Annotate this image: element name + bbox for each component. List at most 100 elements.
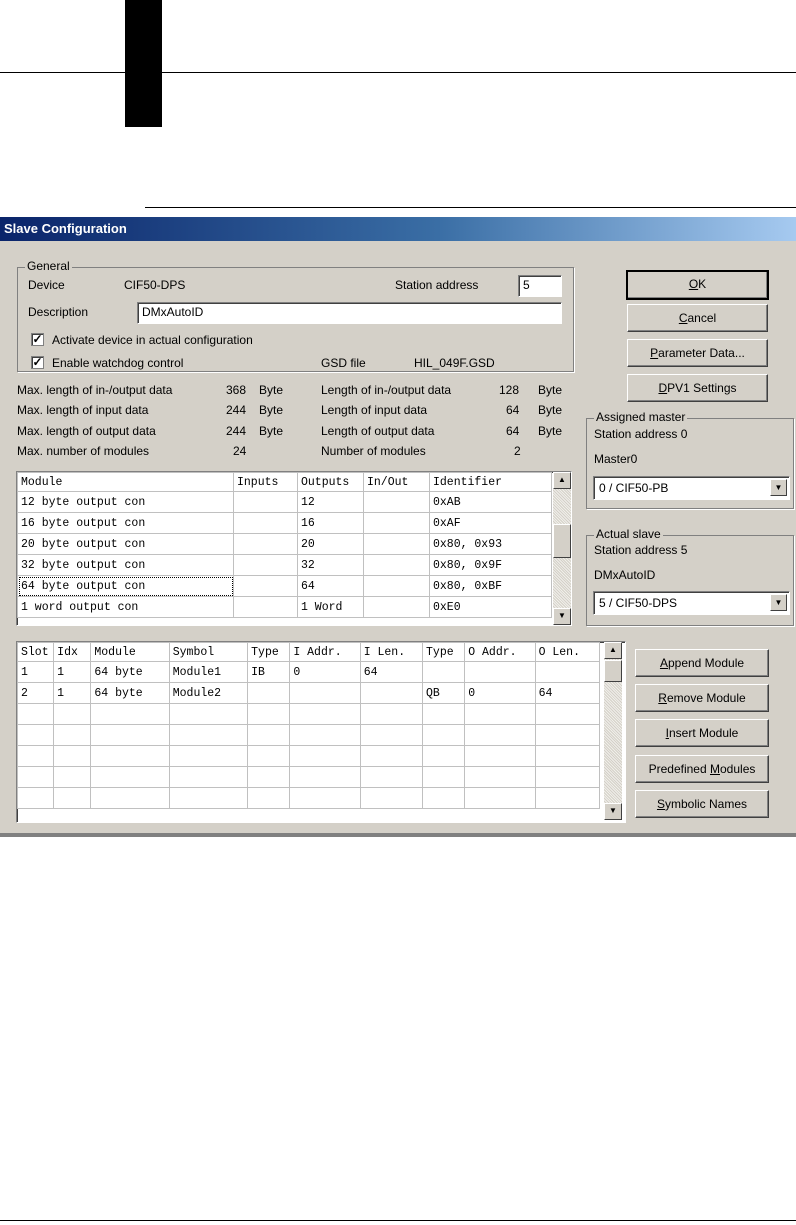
inout-cell bbox=[363, 575, 430, 597]
column-header[interactable]: Type bbox=[247, 642, 291, 662]
outputs-cell: 1 Word bbox=[297, 596, 364, 618]
column-header[interactable]: Inputs bbox=[233, 472, 298, 492]
module-list-header: Module Inputs Outputs In/Out Identifier bbox=[17, 472, 552, 492]
symbol-cell[interactable]: Module2 bbox=[168, 682, 249, 704]
scroll-thumb[interactable] bbox=[553, 524, 571, 558]
predefined-modules-button[interactable]: Predefined Modules bbox=[635, 755, 769, 783]
inputs-cell bbox=[233, 554, 298, 576]
station-address-label: Station address bbox=[395, 278, 479, 292]
symbolic-names-button[interactable]: Symbolic Names bbox=[635, 790, 769, 818]
table-row[interactable]: 1 1 64 byte Module1 IB 0 64 bbox=[17, 661, 601, 683]
symbol-cell[interactable]: Module1 bbox=[168, 661, 249, 683]
inputs-cell bbox=[233, 596, 298, 618]
scroll-thumb[interactable] bbox=[604, 660, 622, 682]
max-io-length-label: Max. length of in-/output data bbox=[17, 383, 173, 397]
input-length-value: 64 bbox=[506, 403, 520, 417]
scroll-up-icon[interactable]: ▲ bbox=[604, 642, 622, 659]
column-header[interactable]: Type bbox=[422, 642, 466, 662]
io-length-label: Length of in-/output data bbox=[321, 383, 452, 397]
list-item[interactable]: 12 byte output con 12 0xAB bbox=[17, 491, 552, 513]
max-input-length-label: Max. length of input data bbox=[17, 403, 149, 417]
table-row-empty bbox=[17, 724, 601, 746]
slot-table-scrollbar[interactable]: ▲ ▼ bbox=[604, 642, 622, 820]
list-item-selected[interactable]: 64 byte output con 64 0x80, 0xBF bbox=[17, 575, 552, 597]
module-list-scrollbar[interactable]: ▲ ▼ bbox=[553, 472, 571, 625]
insert-module-button[interactable]: Insert Module bbox=[635, 719, 769, 747]
list-item[interactable]: 20 byte output con 20 0x80, 0x93 bbox=[17, 533, 552, 555]
identifier-cell: 0x80, 0x9F bbox=[429, 554, 552, 576]
column-header[interactable]: Identifier bbox=[429, 472, 552, 492]
column-header[interactable]: I Len. bbox=[359, 642, 424, 662]
append-module-button[interactable]: Append Module bbox=[635, 649, 769, 677]
identifier-cell: 0xE0 bbox=[429, 596, 552, 618]
slave-select[interactable]: 5 / CIF50-DPS ▼ bbox=[593, 591, 790, 615]
gsd-file-label: GSD file bbox=[321, 356, 366, 370]
max-io-length-value: 368 bbox=[226, 383, 247, 397]
inputs-cell bbox=[233, 491, 298, 513]
idx-cell: 1 bbox=[53, 682, 92, 704]
column-header[interactable]: O Len. bbox=[534, 642, 601, 662]
output-address-cell bbox=[464, 661, 536, 683]
identifier-cell: 0xAB bbox=[429, 491, 552, 513]
max-output-length-unit: Byte bbox=[259, 424, 284, 438]
input-address-cell: 0 bbox=[289, 661, 361, 683]
output-type-cell bbox=[422, 661, 466, 683]
io-length-value: 128 bbox=[499, 383, 520, 397]
slot-table[interactable]: Slot Idx Module Symbol Type I Addr. I Le… bbox=[16, 641, 626, 823]
description-input[interactable]: DMxAutoID bbox=[137, 302, 562, 324]
inout-cell bbox=[363, 512, 430, 534]
column-header[interactable]: Idx bbox=[53, 642, 92, 662]
module-list[interactable]: Module Inputs Outputs In/Out Identifier … bbox=[16, 471, 572, 626]
column-header[interactable]: Slot bbox=[17, 642, 55, 662]
idx-cell: 1 bbox=[53, 661, 92, 683]
inout-cell bbox=[363, 596, 430, 618]
actual-slave-legend: Actual slave bbox=[594, 527, 663, 541]
output-length-cell: 64 bbox=[534, 682, 601, 704]
ok-button[interactable]: OK bbox=[626, 270, 769, 300]
station-address-input[interactable]: 5 bbox=[518, 275, 562, 297]
input-length-unit: Byte bbox=[538, 403, 563, 417]
dpv1-settings-button[interactable]: DPV1 Settings bbox=[627, 374, 768, 402]
table-row-empty bbox=[17, 745, 601, 767]
column-header[interactable]: In/Out bbox=[363, 472, 430, 492]
activate-device-checkbox[interactable]: ✓ bbox=[31, 333, 44, 346]
chevron-down-icon[interactable]: ▼ bbox=[770, 594, 787, 611]
max-output-length-value: 244 bbox=[226, 424, 247, 438]
inputs-cell bbox=[233, 512, 298, 534]
column-header[interactable]: Module bbox=[17, 472, 234, 492]
table-row-empty bbox=[17, 703, 601, 725]
column-header[interactable]: I Addr. bbox=[289, 642, 361, 662]
list-item[interactable]: 32 byte output con 32 0x80, 0x9F bbox=[17, 554, 552, 576]
device-label: Device bbox=[28, 278, 65, 292]
gsd-file-value: HIL_049F.GSD bbox=[414, 356, 495, 370]
scroll-down-icon[interactable]: ▼ bbox=[553, 608, 571, 625]
remove-module-button[interactable]: Remove Module bbox=[635, 684, 769, 712]
max-io-length-unit: Byte bbox=[259, 383, 284, 397]
column-header[interactable]: O Addr. bbox=[464, 642, 536, 662]
column-header[interactable]: Symbol bbox=[168, 642, 249, 662]
watchdog-checkbox[interactable]: ✓ bbox=[31, 356, 44, 369]
table-row[interactable]: 2 1 64 byte Module2 QB 0 64 bbox=[17, 682, 601, 704]
list-item[interactable]: 16 byte output con 16 0xAF bbox=[17, 512, 552, 534]
cancel-button[interactable]: Cancel bbox=[627, 304, 768, 332]
column-header[interactable]: Module bbox=[90, 642, 170, 662]
title-bar[interactable]: Slave Configuration bbox=[0, 217, 796, 241]
master-select[interactable]: 0 / CIF50-PB ▼ bbox=[593, 476, 790, 500]
module-name-cell: 1 word output con bbox=[17, 596, 234, 618]
max-modules-label: Max. number of modules bbox=[17, 444, 150, 458]
column-header[interactable]: Outputs bbox=[297, 472, 364, 492]
scroll-up-icon[interactable]: ▲ bbox=[553, 472, 571, 489]
outputs-cell: 32 bbox=[297, 554, 364, 576]
max-input-length-unit: Byte bbox=[259, 403, 284, 417]
module-name-cell: 32 byte output con bbox=[17, 554, 234, 576]
list-item[interactable]: 1 word output con 1 Word 0xE0 bbox=[17, 596, 552, 618]
general-legend: General bbox=[25, 259, 72, 273]
device-value: CIF50-DPS bbox=[124, 278, 186, 292]
module-name-cell: 64 byte output con bbox=[17, 575, 234, 597]
outputs-cell: 64 bbox=[297, 575, 364, 597]
scroll-down-icon[interactable]: ▼ bbox=[604, 803, 622, 820]
chevron-down-icon[interactable]: ▼ bbox=[770, 479, 787, 496]
parameter-data-button[interactable]: Parameter Data... bbox=[627, 339, 768, 367]
max-input-length-value: 244 bbox=[226, 403, 247, 417]
outputs-cell: 16 bbox=[297, 512, 364, 534]
